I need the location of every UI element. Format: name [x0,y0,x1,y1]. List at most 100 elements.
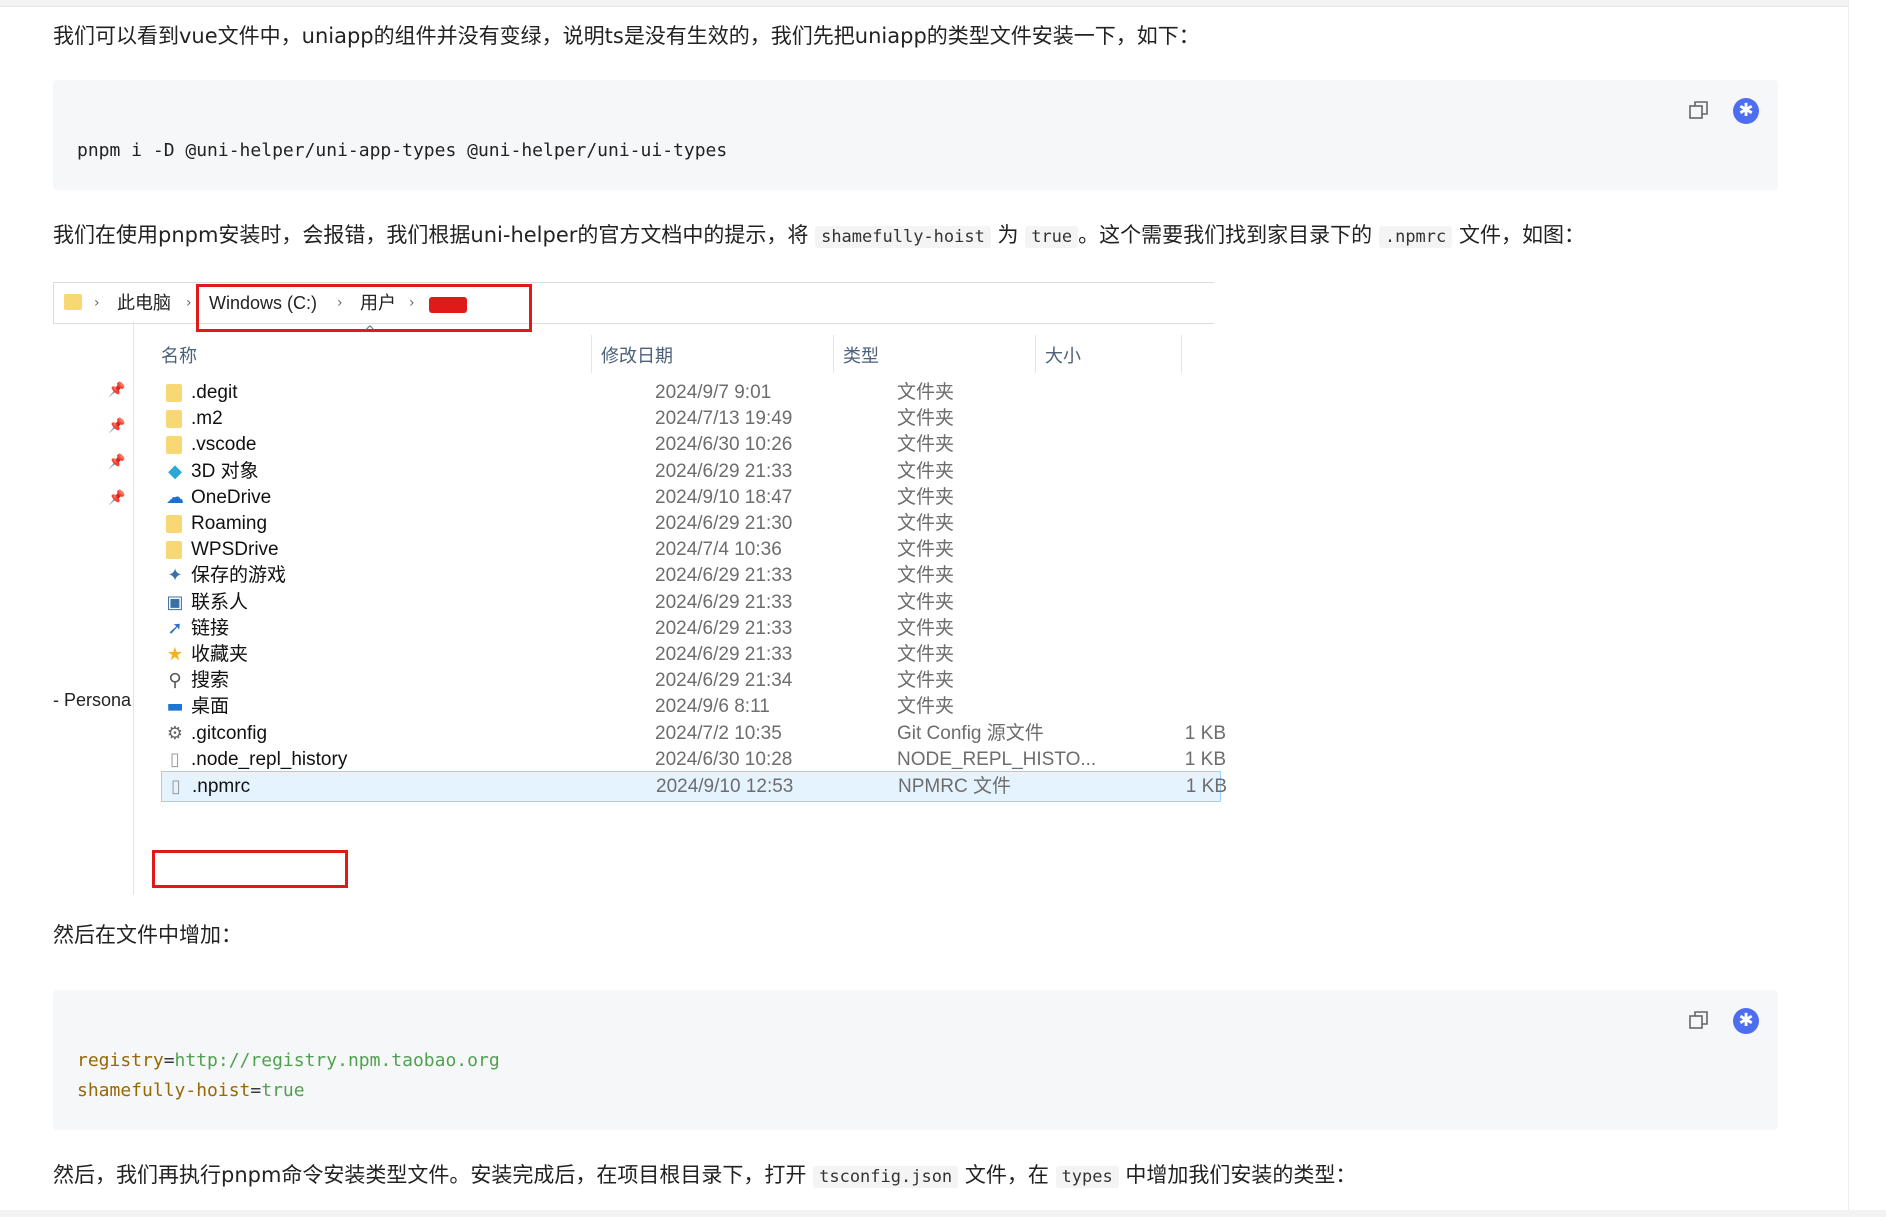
nav-item-personal[interactable]: - Persona [53,690,131,711]
contacts-icon: ▣ [166,591,184,613]
file-date: 2024/6/30 10:26 [655,434,793,456]
right-rail [1848,0,1886,1217]
pin-icon: 📌 [108,454,126,470]
pin-icon: 📌 [108,418,126,434]
text-segment: 。这个需要我们找到家目录下的 [1078,223,1379,247]
inline-code: types [1055,1166,1119,1188]
file-date: 2024/7/4 10:36 [655,539,782,561]
bottom-border [0,1210,1886,1217]
file-date: 2024/6/29 21:34 [655,670,793,692]
code-key: shamefully-hoist [77,1080,251,1101]
column-header-name[interactable]: 名称 [161,342,197,368]
file-type: 文件夹 [897,539,955,561]
column-divider[interactable] [591,335,592,373]
copy-icon[interactable] [1686,98,1712,124]
onedrive-cloud-icon: ☁ [166,486,184,508]
column-divider[interactable] [833,335,834,373]
file-size: 1 KB [1184,748,1226,770]
file-name: 联系人 [191,591,249,613]
text-segment: 然后，我们再执行pnpm命令安装类型文件。安装完成后，在项目根目录下，打开 [53,1163,814,1187]
file-date: 2024/6/29 21:33 [655,617,793,639]
column-header-date[interactable]: 修改日期 [601,342,673,368]
inline-code: shamefully-hoist [815,226,991,248]
file-type: 文件夹 [897,434,955,456]
folder-icon [166,436,182,455]
file-size: 1 KB [1184,722,1226,744]
desktop-icon: ▬ [166,696,184,718]
file-explorer-screenshot: › 此电脑 › Windows (C:) › 用户 › 📌 📌 📌 📌 - Pe… [53,280,1227,895]
file-name: 保存的游戏 [191,565,287,587]
file-type: 文件夹 [897,486,955,508]
chevron-right-icon: › [94,295,100,311]
gear-file-icon: ⚙ [166,722,184,744]
paragraph-intro: 我们可以看到vue文件中，uniapp的组件并没有变绿，说明ts是没有生效的，我… [53,24,1200,48]
file-name: OneDrive [191,486,272,508]
code-line: pnpm i -D @uni-helper/uni-app-types @uni… [77,140,728,161]
paragraph-pnpm-error: 我们在使用pnpm安装时，会报错，我们根据uni-helper的官方文档中的提示… [53,220,1585,252]
text-segment: 我们在使用pnpm安装时，会报错，我们根据uni-helper的官方文档中的提示… [53,223,816,247]
folder-icon [166,515,182,533]
file-name: .m2 [191,408,223,430]
file-icon: ▯ [171,776,181,797]
navigation-pane: 📌 📌 📌 📌 - Persona [53,322,134,895]
file-date: 2024/7/2 10:35 [655,722,782,744]
file-date: 2024/6/29 21:33 [655,460,793,482]
file-name: Roaming [191,513,268,534]
favorites-star-icon: ★ [166,644,184,665]
file-type: NODE_REPL_HISTO... [897,748,1097,770]
code-operator: = [250,1080,262,1101]
file-name: .npmrc [192,776,251,797]
text-segment: 中增加我们安装的类型： [1118,1163,1357,1187]
file-date: 2024/7/13 19:49 [655,408,793,430]
file-date: 2024/9/6 8:11 [655,696,770,718]
file-type: 文件夹 [897,670,955,692]
file-date: 2024/6/29 21:33 [655,565,793,587]
code-value: http://registry.npm.taobao.org [174,1050,500,1071]
file-name: .degit [191,382,238,403]
code-line: registry=http://registry.npm.taobao.org [77,1046,500,1076]
saved-games-icon: ✦ [167,565,183,587]
code-line: shamefully-hoist=true [77,1076,305,1106]
ai-assistant-icon[interactable]: ✱ [1733,98,1759,124]
file-type: Git Config 源文件 [897,722,1044,744]
file-type: 文件夹 [897,460,955,482]
file-name: .node_repl_history [191,748,348,770]
code-key: registry [77,1050,164,1071]
file-type: NPMRC 文件 [898,776,1011,797]
column-divider[interactable] [1035,335,1036,373]
file-name: 桌面 [191,696,230,718]
ai-glyph: ✱ [1738,1010,1754,1031]
folder-icon [166,384,182,402]
file-date: 2024/6/30 10:28 [655,748,793,770]
paragraph-tsconfig: 然后，我们再执行pnpm命令安装类型文件。安装完成后，在项目根目录下，打开 ts… [53,1160,1356,1192]
file-date: 2024/6/29 21:33 [655,591,793,613]
file-date: 2024/6/29 21:30 [655,513,793,534]
file-name: .vscode [191,434,257,456]
ai-assistant-icon[interactable]: ✱ [1733,1008,1759,1034]
copy-icon[interactable] [1686,1008,1712,1034]
ai-glyph: ✱ [1738,100,1754,121]
breadcrumb-this-pc[interactable]: 此电脑 [117,291,171,315]
paragraph-add-config: 然后在文件中增加： [53,923,242,947]
code-value: true [261,1080,305,1101]
text-segment: 为 [990,223,1026,247]
column-divider[interactable] [1181,335,1182,373]
file-type: 文件夹 [897,408,955,430]
file-type: 文件夹 [897,382,955,403]
file-date: 2024/9/7 9:01 [655,382,772,403]
column-header-size[interactable]: 大小 [1045,342,1081,368]
folder-icon [64,294,82,310]
file-row[interactable]: ▯ .npmrc 2024/9/10 12:53 NPMRC 文件 1 KB [161,771,1227,802]
inline-code: .npmrc [1378,226,1453,248]
file-name: WPSDrive [191,539,279,561]
file-icon: ▯ [170,748,180,770]
file-name: 链接 [191,617,230,639]
text-segment: 文件，如图： [1452,223,1585,247]
file-type: 文件夹 [897,513,955,534]
links-icon: ➚ [167,617,183,639]
column-header-type[interactable]: 类型 [843,342,879,368]
inline-code: true [1025,226,1079,248]
file-date: 2024/9/10 18:47 [655,486,793,508]
file-type: 文件夹 [897,696,955,718]
chevron-right-icon: › [186,295,192,311]
